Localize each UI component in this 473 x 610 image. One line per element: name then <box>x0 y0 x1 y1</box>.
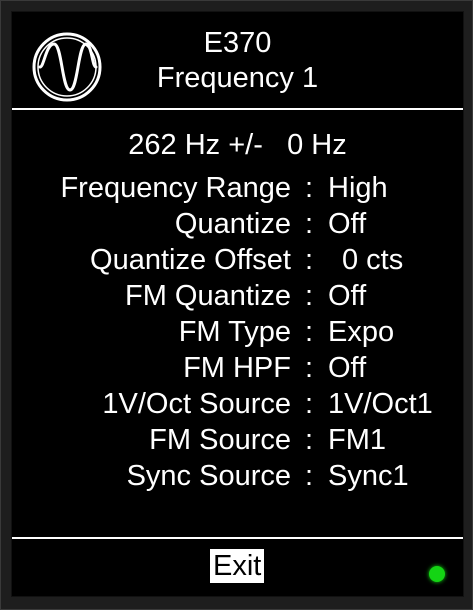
param-value: Off <box>328 208 367 240</box>
param-label: Frequency Range <box>60 172 291 204</box>
param-separator: : <box>304 388 314 420</box>
param-separator: : <box>304 424 314 456</box>
param-row-fm-hpf[interactable]: FM HPF : Off <box>12 351 463 387</box>
param-value: Off <box>328 352 367 384</box>
page-name: Frequency 1 <box>156 62 319 94</box>
module-bezel: E370 Frequency 1 262 Hz +/- 0 Hz Frequen… <box>0 0 473 610</box>
param-separator: : <box>304 208 314 240</box>
param-value: FM1 <box>328 424 386 456</box>
frequency-value: 262 Hz +/- <box>128 129 263 161</box>
param-row-fm-type[interactable]: FM Type : Expo <box>12 315 463 351</box>
param-row-sync-source[interactable]: Sync Source : Sync1 <box>12 459 463 495</box>
param-value: 0 cts <box>342 244 404 276</box>
param-value: 1V/Oct1 <box>328 388 433 420</box>
param-separator: : <box>304 460 314 492</box>
param-row-fm-source[interactable]: FM Source : FM1 <box>12 423 463 459</box>
param-row-quantize[interactable]: Quantize : Off <box>12 207 463 243</box>
frequency-offset: 0 Hz <box>287 129 347 161</box>
param-label: 1V/Oct Source <box>102 388 291 420</box>
param-row-fm-quantize[interactable]: FM Quantize : Off <box>12 279 463 315</box>
param-separator: : <box>304 316 314 348</box>
param-value: Sync1 <box>328 460 409 492</box>
module-name: E370 <box>203 27 272 59</box>
exit-button[interactable]: Exit <box>210 549 265 583</box>
page-title: E370 Frequency 1 <box>12 26 463 96</box>
param-value: Expo <box>328 316 395 348</box>
param-label: Quantize <box>174 208 291 240</box>
frequency-readout: 262 Hz +/- 0 Hz <box>12 128 463 162</box>
param-label: Quantize Offset <box>90 244 291 276</box>
parameter-list: Frequency Range : High Quantize : Off Qu… <box>12 171 463 495</box>
display-screen: E370 Frequency 1 262 Hz +/- 0 Hz Frequen… <box>11 11 464 597</box>
param-label: FM Source <box>149 424 291 456</box>
param-separator: : <box>304 244 314 276</box>
param-separator: : <box>304 280 314 312</box>
param-label: FM Type <box>178 316 291 348</box>
param-row-frequency-range[interactable]: Frequency Range : High <box>12 171 463 207</box>
param-value: High <box>328 172 388 204</box>
param-value: Off <box>328 280 367 312</box>
status-led <box>429 566 445 582</box>
param-row-1voct-source[interactable]: 1V/Oct Source : 1V/Oct1 <box>12 387 463 423</box>
footer-divider <box>12 537 463 539</box>
param-separator: : <box>304 352 314 384</box>
param-separator: : <box>304 172 314 204</box>
param-label: Sync Source <box>126 460 291 492</box>
header-divider <box>12 108 463 110</box>
param-label: FM HPF <box>183 352 291 384</box>
param-label: FM Quantize <box>125 280 291 312</box>
param-row-quantize-offset[interactable]: Quantize Offset : 0 cts <box>12 243 463 279</box>
